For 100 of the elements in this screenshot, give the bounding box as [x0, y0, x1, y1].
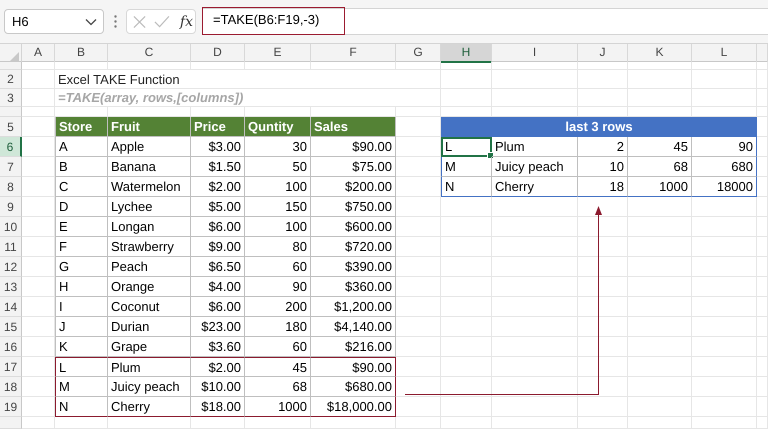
empty-cell[interactable] — [396, 89, 441, 107]
empty-cell[interactable] — [692, 70, 757, 89]
empty-cell[interactable] — [396, 197, 441, 217]
empty-cell[interactable] — [578, 89, 628, 107]
table-cell[interactable]: N — [441, 177, 492, 197]
empty-cell[interactable] — [396, 62, 441, 70]
empty-cell[interactable] — [757, 297, 768, 317]
column-header[interactable]: B — [55, 44, 108, 63]
empty-cell[interactable] — [441, 89, 492, 107]
row-header[interactable] — [0, 62, 22, 70]
empty-cell[interactable] — [396, 397, 441, 417]
row-header[interactable]: 10 — [0, 217, 22, 237]
table-cell[interactable]: 45 — [628, 137, 692, 157]
empty-cell[interactable] — [757, 117, 768, 137]
column-header[interactable]: K — [628, 44, 692, 63]
empty-cell[interactable] — [628, 357, 692, 377]
empty-cell[interactable] — [757, 377, 768, 397]
row-header[interactable]: 8 — [0, 177, 22, 197]
row-header[interactable] — [0, 417, 22, 429]
column-header[interactable]: L — [692, 44, 757, 63]
empty-cell[interactable] — [441, 337, 492, 357]
empty-cell[interactable] — [692, 277, 757, 297]
empty-cell[interactable] — [396, 177, 441, 197]
empty-cell[interactable] — [578, 62, 628, 70]
row-header[interactable]: 5 — [0, 117, 22, 137]
empty-cell[interactable] — [578, 397, 628, 417]
empty-cell[interactable] — [757, 217, 768, 237]
row-header[interactable]: 11 — [0, 237, 22, 257]
check-icon[interactable] — [154, 15, 170, 28]
empty-cell[interactable] — [692, 317, 757, 337]
empty-cell[interactable] — [108, 62, 191, 70]
empty-cell[interactable] — [757, 417, 768, 429]
empty-cell[interactable] — [578, 337, 628, 357]
empty-cell[interactable] — [191, 417, 245, 429]
column-header[interactable]: H — [441, 44, 492, 63]
empty-cell[interactable] — [692, 337, 757, 357]
empty-cell[interactable] — [692, 417, 757, 429]
table-cell[interactable]: 90 — [692, 137, 757, 157]
empty-cell[interactable] — [757, 70, 768, 89]
table-cell[interactable]: L — [441, 137, 492, 157]
column-header[interactable]: E — [245, 44, 311, 63]
empty-cell[interactable] — [492, 89, 578, 107]
empty-cell[interactable] — [441, 70, 492, 89]
column-header[interactable]: J — [578, 44, 628, 63]
chevron-down-icon[interactable] — [85, 18, 97, 26]
empty-cell[interactable] — [628, 89, 692, 107]
empty-cell[interactable] — [396, 107, 441, 117]
empty-cell[interactable] — [441, 357, 492, 377]
row-header[interactable]: 14 — [0, 297, 22, 317]
empty-cell[interactable] — [396, 237, 441, 257]
empty-cell[interactable] — [396, 357, 441, 377]
row-header[interactable]: 7 — [0, 157, 22, 177]
empty-cell[interactable] — [692, 357, 757, 377]
empty-cell[interactable] — [441, 297, 492, 317]
table-cell[interactable]: Cherry — [492, 177, 578, 197]
grip-icon[interactable] — [114, 15, 117, 28]
empty-cell[interactable] — [628, 337, 692, 357]
empty-cell[interactable] — [692, 217, 757, 237]
column-header[interactable]: A — [22, 44, 55, 63]
empty-cell[interactable] — [757, 197, 768, 217]
empty-cell[interactable] — [757, 137, 768, 157]
empty-cell[interactable] — [578, 237, 628, 257]
empty-cell[interactable] — [441, 397, 492, 417]
empty-cell[interactable] — [757, 257, 768, 277]
row-header[interactable]: 12 — [0, 257, 22, 277]
table-cell[interactable]: 18 — [578, 177, 628, 197]
row-header[interactable]: 9 — [0, 197, 22, 217]
empty-cell[interactable] — [757, 337, 768, 357]
empty-cell[interactable] — [492, 277, 578, 297]
table-cell[interactable]: 18000 — [692, 177, 757, 197]
table-cell[interactable]: 10 — [578, 157, 628, 177]
empty-cell[interactable] — [578, 257, 628, 277]
empty-cell[interactable] — [396, 317, 441, 337]
empty-cell[interactable] — [692, 397, 757, 417]
empty-cell[interactable] — [628, 377, 692, 397]
empty-cell[interactable] — [441, 417, 492, 429]
insert-function-button[interactable]: fx — [178, 14, 195, 30]
cancel-icon[interactable] — [133, 14, 146, 28]
empty-cell[interactable] — [578, 357, 628, 377]
row-header[interactable]: 16 — [0, 337, 22, 357]
table-cell[interactable]: 1000 — [628, 177, 692, 197]
empty-cell[interactable] — [396, 337, 441, 357]
empty-cell[interactable] — [311, 62, 396, 70]
empty-cell[interactable] — [396, 377, 441, 397]
empty-cell[interactable] — [628, 197, 692, 217]
empty-cell[interactable] — [757, 317, 768, 337]
empty-cell[interactable] — [578, 297, 628, 317]
empty-cell[interactable] — [191, 62, 245, 70]
table-cell[interactable]: 2 — [578, 137, 628, 157]
table-cell[interactable]: M — [441, 157, 492, 177]
empty-cell[interactable] — [55, 62, 108, 70]
empty-cell[interactable] — [441, 217, 492, 237]
empty-cell[interactable] — [245, 62, 311, 70]
table-cell[interactable]: Juicy peach — [492, 157, 578, 177]
empty-cell[interactable] — [628, 277, 692, 297]
table-cell[interactable]: 68 — [628, 157, 692, 177]
empty-cell[interactable] — [492, 337, 578, 357]
empty-cell[interactable] — [396, 257, 441, 277]
empty-cell[interactable] — [492, 237, 578, 257]
empty-cell[interactable] — [492, 217, 578, 237]
